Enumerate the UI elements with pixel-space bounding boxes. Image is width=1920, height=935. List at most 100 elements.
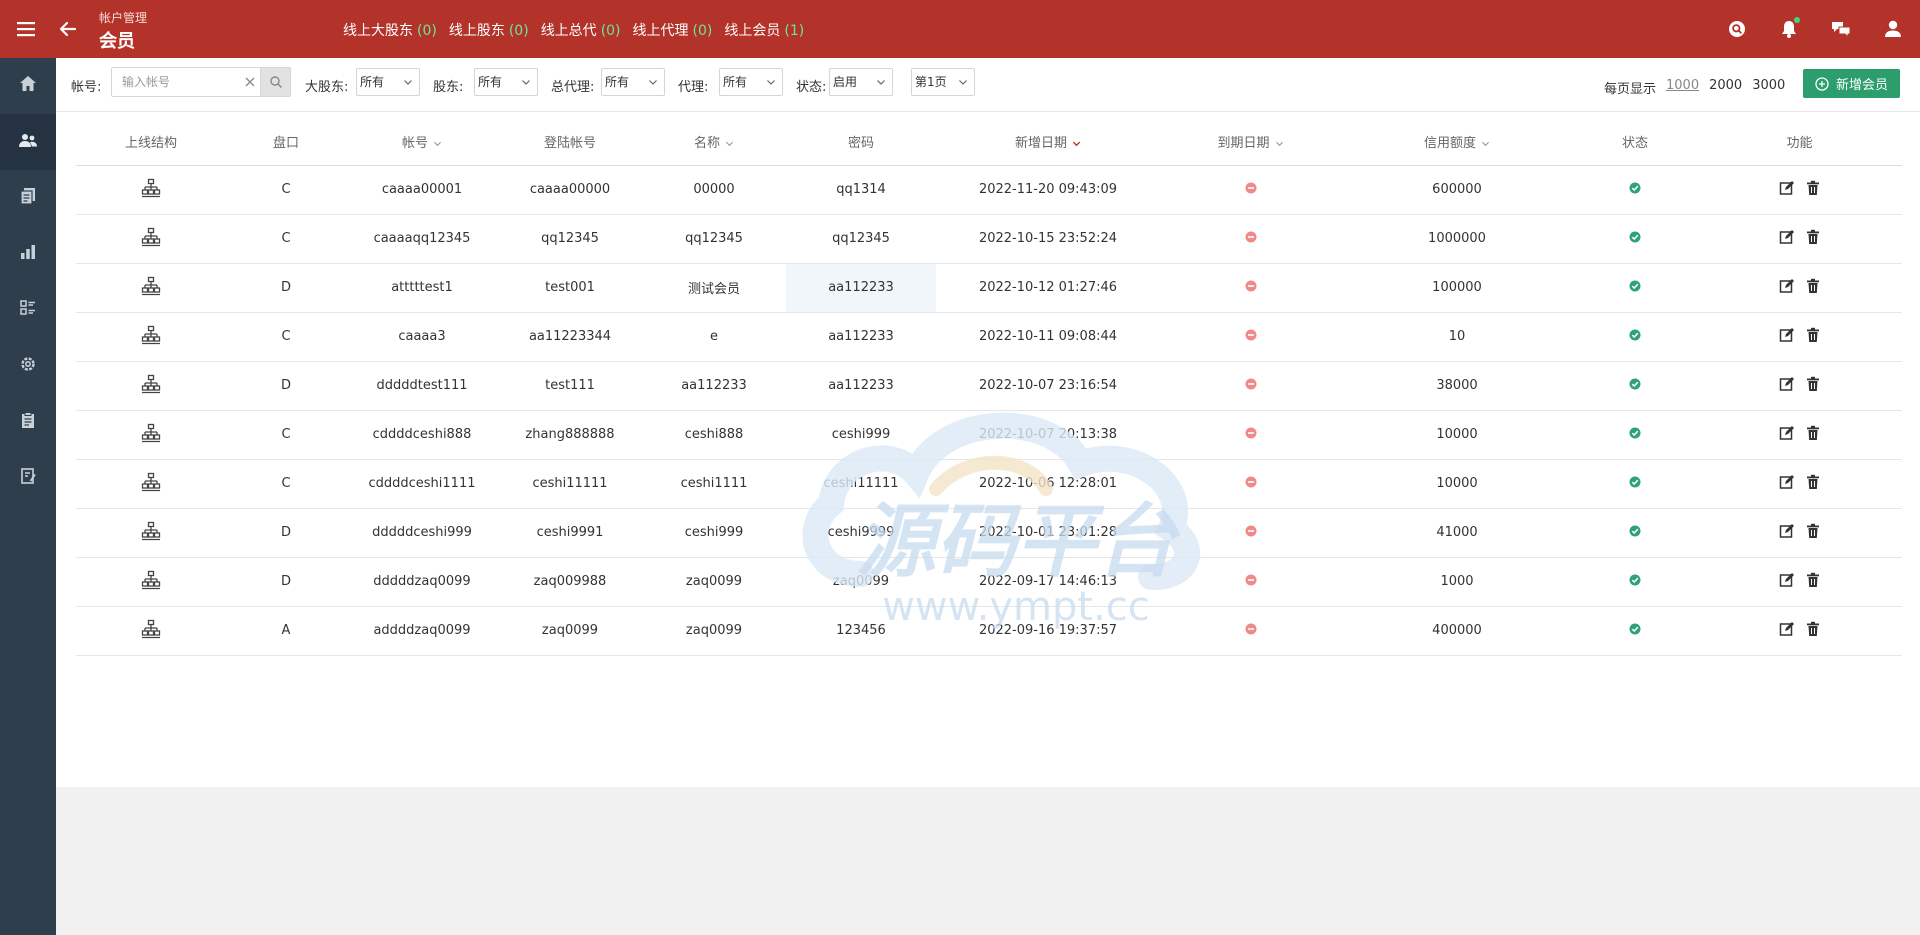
edit-icon[interactable] <box>1779 474 1795 494</box>
sidebar-item-home[interactable] <box>0 58 56 114</box>
breadcrumb: 帐户管理 <box>99 11 148 25</box>
status-select[interactable]: 启用 <box>829 68 893 96</box>
table-row: Ccaaaa3 aa11223344 e aa112233 2022-10-11 09:… <box>76 312 1902 362</box>
trash-icon[interactable] <box>1805 523 1821 543</box>
hierarchy-icon[interactable] <box>141 619 161 643</box>
trash-icon[interactable] <box>1805 278 1821 298</box>
per-page-option[interactable]: 3000 <box>1752 78 1785 97</box>
trash-icon[interactable] <box>1805 229 1821 249</box>
no-expiry-icon <box>1245 574 1257 590</box>
search-icon[interactable] <box>1724 16 1750 42</box>
hierarchy-icon[interactable] <box>141 178 161 202</box>
hierarchy-icon[interactable] <box>141 374 161 398</box>
hierarchy-icon[interactable] <box>141 423 161 447</box>
trash-icon[interactable] <box>1805 425 1821 445</box>
col-account[interactable]: 帐号 <box>346 119 498 166</box>
bell-icon[interactable] <box>1776 16 1802 42</box>
page-select[interactable]: 第1页 <box>911 68 975 96</box>
upline-cell <box>76 410 226 460</box>
sidebar-item-documents[interactable] <box>0 170 56 226</box>
add-member-button[interactable]: 新增会员 <box>1803 69 1900 98</box>
per-page-option[interactable]: 2000 <box>1709 78 1742 97</box>
edit-icon[interactable] <box>1779 180 1795 200</box>
login-cell: zaq0099 <box>498 606 642 656</box>
sidebar-item-members[interactable] <box>0 114 56 170</box>
members-table: 上线结构 盘口 帐号 登陆帐号 名称 密码 新增日期 到期日期 信用额度 状态 … <box>76 119 1902 656</box>
status-cell <box>1573 361 1697 411</box>
online-members[interactable]: 线上会员 (1) <box>724 20 804 40</box>
general-agent-select[interactable]: 所有 <box>601 68 665 96</box>
col-name[interactable]: 名称 <box>642 119 786 166</box>
edit-icon[interactable] <box>1779 621 1795 641</box>
documents-icon <box>18 186 38 210</box>
notebook-icon <box>18 466 38 490</box>
login-cell: test001 <box>498 263 642 313</box>
online-general-agents[interactable]: 线上总代 (0) <box>541 20 621 40</box>
created-date-cell: 2022-10-15 23:52:24 <box>936 214 1160 264</box>
hierarchy-icon[interactable] <box>141 276 161 300</box>
col-expiry[interactable]: 到期日期 <box>1160 119 1341 166</box>
edit-icon[interactable] <box>1779 327 1795 347</box>
sidebar-item-reports[interactable] <box>0 226 56 282</box>
name-cell: 测试会员 <box>642 263 786 313</box>
status-label: 状态: <box>796 80 827 95</box>
hierarchy-icon[interactable] <box>141 325 161 349</box>
hamburger-menu-icon[interactable] <box>14 16 40 42</box>
market-cell: C <box>226 312 346 362</box>
col-created[interactable]: 新增日期 <box>936 119 1160 166</box>
edit-icon[interactable] <box>1779 229 1795 249</box>
per-page-option[interactable]: 1000 <box>1666 78 1699 97</box>
sidebar-item-list[interactable] <box>0 282 56 338</box>
account-cell: atttttest1 <box>346 263 498 313</box>
enabled-check-icon <box>1629 574 1641 590</box>
password-cell: aa112233 <box>786 361 936 411</box>
edit-icon[interactable] <box>1779 572 1795 592</box>
edit-icon[interactable] <box>1779 523 1795 543</box>
sidebar-item-clipboard[interactable] <box>0 394 56 450</box>
hierarchy-icon[interactable] <box>141 472 161 496</box>
market-cell: D <box>226 361 346 411</box>
market-cell: D <box>226 508 346 558</box>
user-icon[interactable] <box>1880 16 1906 42</box>
trash-icon[interactable] <box>1805 621 1821 641</box>
expiry-cell <box>1160 263 1341 313</box>
actions-cell <box>1697 557 1902 607</box>
edit-icon[interactable] <box>1779 425 1795 445</box>
chat-icon[interactable] <box>1828 16 1854 42</box>
col-credit[interactable]: 信用额度 <box>1341 119 1573 166</box>
online-agents[interactable]: 线上代理 (0) <box>633 20 713 40</box>
edit-icon[interactable] <box>1779 278 1795 298</box>
trash-icon[interactable] <box>1805 474 1821 494</box>
page-value: 第1页 <box>915 75 947 89</box>
no-expiry-icon <box>1245 231 1257 247</box>
hierarchy-icon[interactable] <box>141 570 161 594</box>
sidebar-item-notebook[interactable] <box>0 450 56 506</box>
back-arrow-icon[interactable] <box>56 16 82 42</box>
hierarchy-icon[interactable] <box>141 521 161 545</box>
expiry-cell <box>1160 508 1341 558</box>
chevron-down-icon <box>959 80 967 85</box>
account-input[interactable] <box>112 68 252 96</box>
agent-select[interactable]: 所有 <box>719 68 783 96</box>
online-shareholders[interactable]: 线上股东 (0) <box>449 20 529 40</box>
name-cell: 00000 <box>642 165 786 215</box>
sidebar-item-settings[interactable] <box>0 338 56 394</box>
major-shareholder-select[interactable]: 所有 <box>356 68 420 96</box>
online-major-shareholders[interactable]: 线上大股东 (0) <box>343 20 437 40</box>
account-search-button[interactable] <box>260 68 290 96</box>
trash-icon[interactable] <box>1805 572 1821 592</box>
status-cell <box>1573 459 1697 509</box>
top-header: 帐户管理 会员 线上大股东 (0) 线上股东 (0) 线上总代 (0) 线上代理 (0)… <box>0 0 1920 58</box>
trash-icon[interactable] <box>1805 327 1821 347</box>
hierarchy-icon[interactable] <box>141 227 161 251</box>
upline-cell <box>76 263 226 313</box>
edit-icon[interactable] <box>1779 376 1795 396</box>
trash-icon[interactable] <box>1805 180 1821 200</box>
table-row: Ddddddceshi999 ceshi9991 ceshi999 ceshi9999… <box>76 508 1902 558</box>
shareholder-select[interactable]: 所有 <box>474 68 538 96</box>
market-cell: C <box>226 459 346 509</box>
col-label: 到期日期 <box>1217 136 1270 152</box>
clear-icon[interactable] <box>242 74 258 90</box>
col-label: 帐号 <box>401 136 428 152</box>
trash-icon[interactable] <box>1805 376 1821 396</box>
